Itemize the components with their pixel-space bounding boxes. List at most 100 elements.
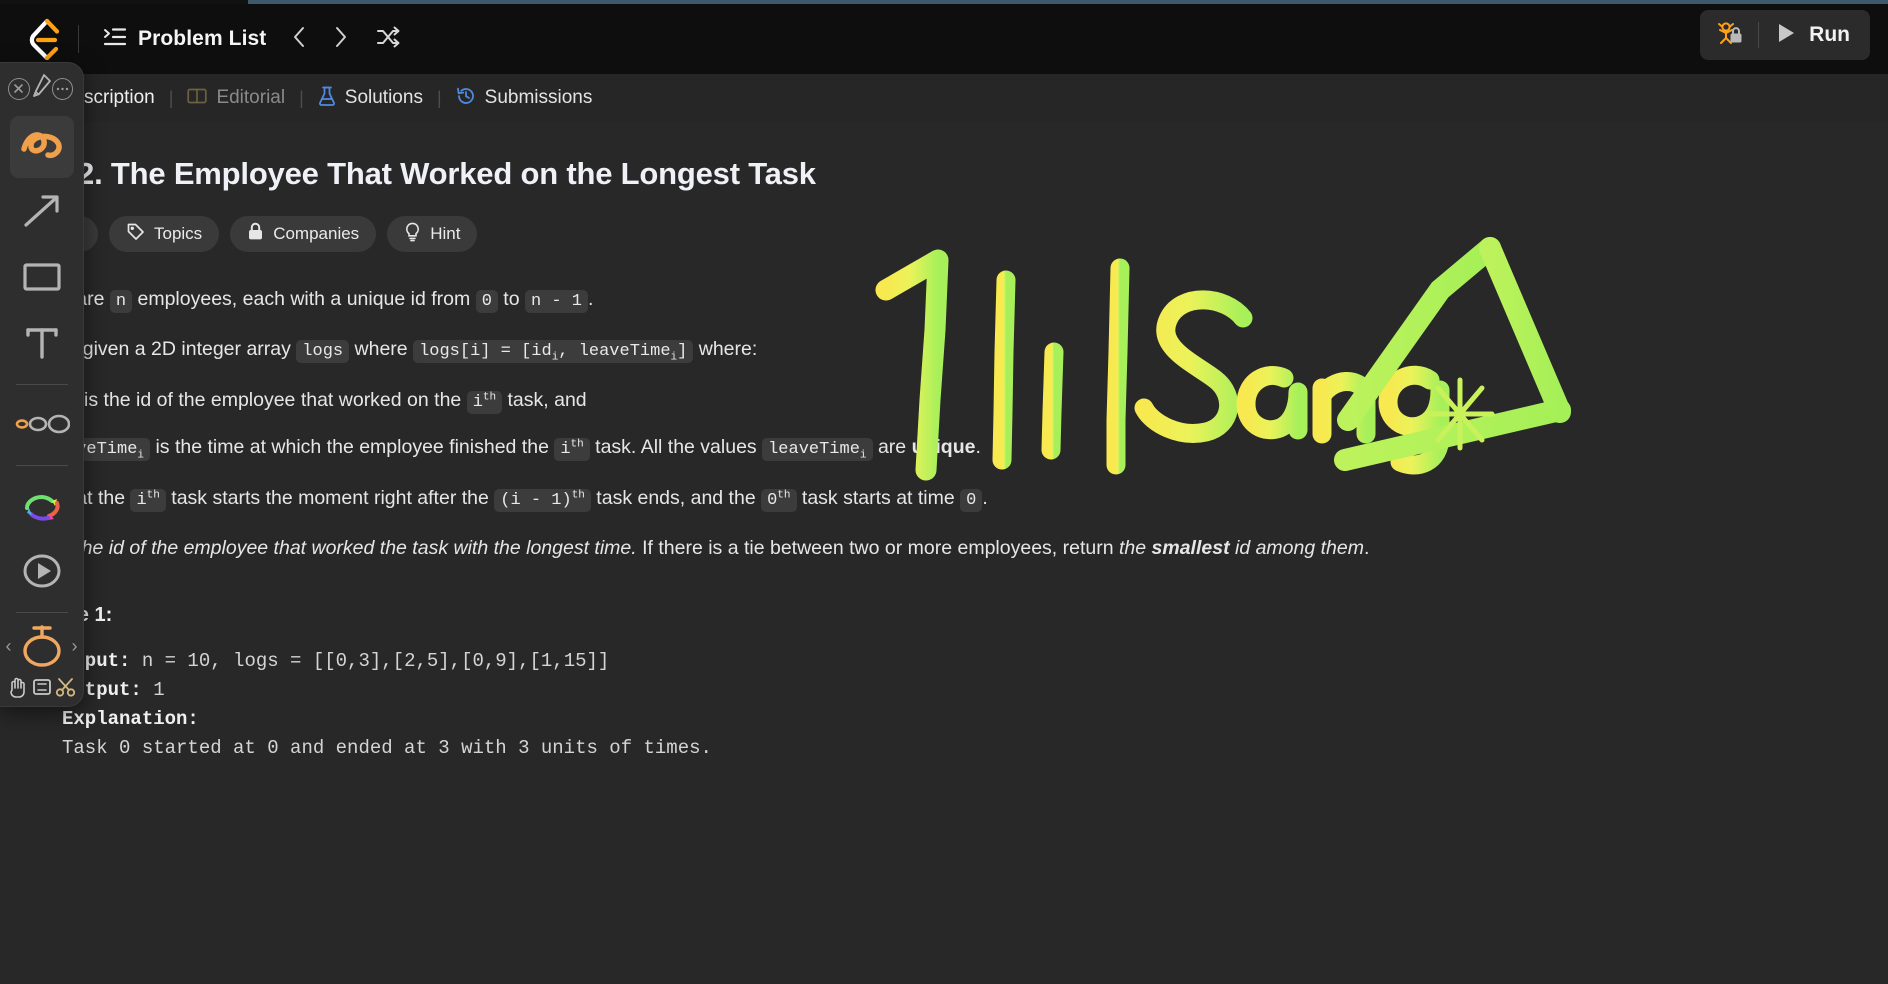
b2-text-b: task. All the values — [589, 435, 763, 458]
hint-button[interactable]: Hint — [387, 216, 478, 252]
description-paragraph-4: n the id of the employee that worked the… — [60, 533, 1828, 565]
play-circle-icon — [19, 550, 65, 597]
flask-icon — [318, 86, 336, 111]
pen-icon[interactable] — [30, 73, 52, 104]
tab-submissions-label: Submissions — [484, 87, 593, 108]
rectangle-tool[interactable] — [10, 248, 74, 310]
p2-text-a: re given a 2D integer array — [60, 337, 297, 360]
arrow-icon — [21, 191, 63, 236]
tab-separator-2: | — [299, 87, 304, 108]
code-ith-1-base: i — [472, 392, 483, 412]
b2-text-a: is the time at which the employee finish… — [150, 435, 555, 458]
code-ith-2: ith — [554, 437, 590, 461]
spotlight-next-button[interactable]: › — [70, 636, 80, 657]
freehand-tool[interactable] — [9, 116, 74, 178]
tab-separator-1: | — [168, 87, 174, 108]
p4-emphasis-1: the id of the employee that worked the t… — [76, 536, 637, 559]
scissors-icon[interactable] — [54, 674, 78, 700]
run-group: Run — [1700, 10, 1870, 60]
p2-text-c: where: — [693, 337, 758, 360]
more-circle-icon[interactable] — [51, 77, 73, 100]
p3-text-c: task ends, and the — [590, 487, 762, 510]
code-zeroth-base: 0 — [767, 491, 778, 511]
toolbar-divider-1 — [15, 384, 68, 385]
code-logs-expr-end: ] — [677, 341, 688, 361]
code-leavetime-2: leaveTimei — [762, 437, 873, 462]
debug-lock-button[interactable] — [1700, 10, 1758, 60]
duplicate-icon[interactable] — [30, 674, 54, 700]
code-ith-2-base: i — [560, 439, 571, 459]
shuffle-problem-button[interactable] — [370, 20, 408, 58]
lock-icon — [247, 222, 264, 246]
close-circle-icon[interactable] — [8, 77, 30, 100]
p4-text-b: If there is a tie between two or more em… — [636, 536, 1119, 559]
p4-text-c: . — [1363, 536, 1370, 559]
rectangle-icon — [21, 260, 63, 299]
b1-text-b: task, and — [502, 388, 587, 411]
hand-icon[interactable] — [6, 674, 30, 700]
tab-editorial[interactable]: Editorial — [177, 74, 295, 122]
p1-text-c: to — [497, 288, 525, 310]
problem-list-label: Problem List — [138, 27, 267, 50]
code-ith-3: ith — [130, 489, 166, 513]
code-n-minus-1: n - 1 — [525, 290, 589, 313]
toolbar-divider-2 — [15, 465, 68, 466]
toolbar-divider-3 — [15, 612, 68, 613]
previous-problem-button[interactable] — [280, 20, 318, 58]
tab-separator-3: | — [436, 87, 442, 108]
annotation-toolbar[interactable]: ‹ › — [0, 62, 84, 707]
annotation-toolbar-footer — [0, 674, 83, 700]
tab-solutions[interactable]: Solutions — [308, 74, 433, 122]
lightbulb-icon — [404, 222, 421, 247]
p3-text-e: . — [982, 487, 988, 510]
list-icon — [103, 26, 127, 53]
history-icon — [456, 86, 476, 111]
color-wheel-icon — [19, 484, 65, 531]
stroke-width-tool[interactable] — [10, 395, 74, 457]
p1-text-d: . — [588, 288, 594, 310]
run-label: Run — [1809, 23, 1850, 46]
code-logs-expr-head: logs[i] = [id — [419, 341, 552, 361]
play-tool[interactable] — [10, 542, 74, 604]
example-explanation-label: Explanation: — [62, 708, 199, 731]
tab-description[interactable]: scription — [74, 74, 165, 122]
bullet-id: i is the id of the employee that worked … — [60, 385, 1828, 418]
color-tool[interactable] — [10, 476, 74, 538]
example-input-value: n = 10, logs = [[0,3],[2,5],[0,9],[1,15]… — [130, 650, 610, 673]
text-tool[interactable] — [10, 314, 74, 376]
header-divider — [78, 25, 79, 53]
p4-emphasis-2: the — [1118, 536, 1152, 559]
code-ith-2-sup: th — [570, 438, 584, 451]
topics-label: Topics — [154, 224, 203, 243]
arrow-tool[interactable] — [10, 182, 74, 244]
next-problem-button[interactable] — [322, 20, 360, 58]
companies-button[interactable]: Companies — [230, 216, 377, 252]
code-zeroth-sup: th — [777, 489, 791, 502]
spotlight-ring-icon[interactable] — [16, 619, 68, 674]
play-icon — [1775, 21, 1797, 50]
debug-lock-icon — [1714, 19, 1744, 52]
code-logs-expr: logs[i] = [idi, leaveTimei] — [413, 339, 694, 363]
p1-text-b: employees, each with a unique id from — [132, 288, 476, 310]
text-icon — [22, 324, 62, 367]
hint-label: Hint — [430, 224, 461, 243]
problem-list-button[interactable]: Problem List — [93, 20, 276, 59]
page-title: 32. The Employee That Worked on the Long… — [60, 156, 816, 191]
run-button[interactable]: Run — [1759, 10, 1870, 60]
code-ith-3-sup: th — [146, 489, 160, 502]
leetcode-logo-icon[interactable] — [0, 18, 64, 60]
app-header: Problem List Run — [0, 4, 1888, 74]
b2-unique-emphasis: unique — [911, 435, 976, 458]
example-1-block: Input: n = 10, logs = [[0,3],[2,5],[0,9]… — [62, 647, 1828, 763]
book-icon — [187, 87, 208, 110]
code-leavetime-2-sub: i — [859, 449, 867, 462]
description-paragraph-1: e are n employees, each with a unique id… — [60, 284, 1828, 316]
spotlight-prev-button[interactable]: ‹ — [4, 636, 14, 657]
topics-button[interactable]: Topics — [109, 216, 220, 252]
description-panel[interactable]: 32. The Employee That Worked on the Long… — [0, 122, 1888, 984]
header-actions: Run — [1700, 10, 1870, 60]
code-i-minus-1: (i - 1)th — [494, 489, 591, 513]
description-paragraph-2: re given a 2D integer array logs where l… — [60, 334, 1828, 367]
b2-text-c: are — [872, 435, 912, 458]
tab-submissions[interactable]: Submissions — [446, 74, 603, 122]
